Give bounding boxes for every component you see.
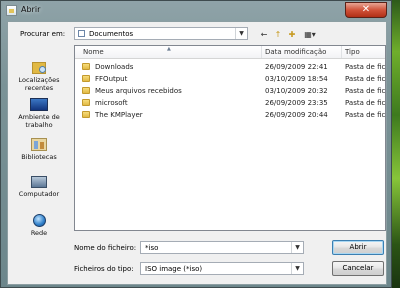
- list-item[interactable]: Downloads 26/09/2009 22:41 Pasta de fich: [75, 61, 386, 72]
- list-item[interactable]: FFOutput 03/10/2009 18:54 Pasta de fich: [75, 73, 386, 84]
- folder-icon: [82, 99, 90, 106]
- sort-ascending-icon: ▲: [167, 46, 171, 52]
- place-desktop-label-2: trabalho: [25, 121, 53, 129]
- chevron-down-icon[interactable]: ▼: [291, 242, 303, 253]
- place-computer[interactable]: Computador: [10, 176, 68, 198]
- network-icon: [32, 214, 46, 227]
- filetype-value: ISO image (*iso): [145, 265, 203, 273]
- filename-input[interactable]: *iso: [145, 244, 158, 252]
- computer-icon: [31, 176, 47, 188]
- recent-places-icon: [32, 62, 46, 74]
- look-in-value: Documentos: [89, 30, 134, 38]
- filename-label: Nome do ficheiro:: [74, 244, 137, 252]
- new-folder-icon[interactable]: ✚: [286, 29, 298, 39]
- item-date: 26/09/2009 22:41: [265, 63, 328, 71]
- list-item[interactable]: Meus arquivos recebidos 03/10/2009 20:32…: [75, 85, 386, 96]
- place-computer-label: Computador: [18, 190, 60, 198]
- filename-combo[interactable]: *iso ▼: [140, 241, 304, 254]
- item-type: Pasta de fich: [345, 75, 386, 83]
- item-type: Pasta de fich: [345, 87, 386, 95]
- documents-folder-icon: [78, 30, 85, 37]
- column-divider[interactable]: [341, 46, 342, 58]
- filetype-label: Ficheiros do tipo:: [74, 265, 134, 273]
- back-icon[interactable]: ←: [258, 29, 270, 39]
- item-type: Pasta de fich: [345, 111, 386, 119]
- title-bar[interactable]: Abrir ✕: [1, 1, 393, 21]
- view-menu-icon[interactable]: ▦▾: [302, 29, 318, 39]
- item-name: Meus arquivos recebidos: [95, 87, 182, 95]
- filetype-select[interactable]: ISO image (*iso) ▼: [140, 262, 304, 275]
- column-name[interactable]: Nome: [83, 48, 104, 56]
- place-libraries[interactable]: Bibliotecas: [10, 138, 68, 161]
- folder-icon: [82, 63, 90, 70]
- chevron-down-icon[interactable]: ▼: [291, 263, 303, 274]
- item-name: FFOutput: [95, 75, 128, 83]
- desktop-icon: [30, 98, 48, 111]
- file-list-header: ▲ Nome Data modificação Tipo: [75, 46, 385, 59]
- dialog-window: Abrir ✕ Procurar em: Documentos ▼ ← ↑ ✚ …: [0, 0, 392, 288]
- list-item[interactable]: The KMPlayer 26/09/2009 20:44 Pasta de f…: [75, 109, 386, 120]
- chevron-down-icon[interactable]: ▼: [235, 28, 247, 39]
- item-name: Downloads: [95, 63, 134, 71]
- item-date: 03/10/2009 18:54: [265, 75, 328, 83]
- item-date: 26/09/2009 23:35: [265, 99, 328, 107]
- open-button[interactable]: Abrir: [332, 240, 384, 255]
- folder-icon: [82, 75, 90, 82]
- cancel-button[interactable]: Cancelar: [332, 261, 384, 276]
- libraries-icon: [31, 138, 47, 151]
- column-type[interactable]: Tipo: [345, 48, 360, 56]
- list-item[interactable]: microsoft 26/09/2009 23:35 Pasta de fich: [75, 97, 386, 108]
- column-date[interactable]: Data modificação: [265, 48, 326, 56]
- place-recent-label-2: recentes: [24, 84, 54, 92]
- dialog-body: Procurar em: Documentos ▼ ← ↑ ✚ ▦▾ Local…: [7, 21, 387, 285]
- close-button[interactable]: ✕: [345, 2, 387, 18]
- item-type: Pasta de fich: [345, 99, 386, 107]
- item-date: 03/10/2009 20:32: [265, 87, 328, 95]
- place-libraries-label: Bibliotecas: [21, 153, 57, 161]
- place-desktop[interactable]: Ambiente de trabalho: [10, 98, 68, 129]
- folder-icon: [82, 87, 90, 94]
- folder-icon: [82, 111, 90, 118]
- place-network[interactable]: Rede: [10, 214, 68, 237]
- item-name: microsoft: [95, 99, 128, 107]
- place-desktop-label-1: Ambiente de: [18, 113, 60, 121]
- window-title: Abrir: [21, 5, 41, 14]
- place-recent-label-1: Localizações: [18, 76, 60, 84]
- item-type: Pasta de fich: [345, 63, 386, 71]
- up-folder-icon[interactable]: ↑: [272, 29, 284, 39]
- place-recent[interactable]: Localizações recentes: [10, 62, 68, 92]
- look-in-combo[interactable]: Documentos ▼: [74, 27, 248, 40]
- item-date: 26/09/2009 20:44: [265, 111, 328, 119]
- look-in-label: Procurar em:: [20, 30, 66, 38]
- item-name: The KMPlayer: [95, 111, 143, 119]
- place-network-label: Rede: [30, 229, 48, 237]
- file-list[interactable]: ▲ Nome Data modificação Tipo Downloads 2…: [74, 45, 386, 231]
- column-divider[interactable]: [261, 46, 262, 58]
- places-bar: Localizações recentes Ambiente de trabalho…: [10, 62, 68, 272]
- folder-window-icon: [6, 5, 17, 16]
